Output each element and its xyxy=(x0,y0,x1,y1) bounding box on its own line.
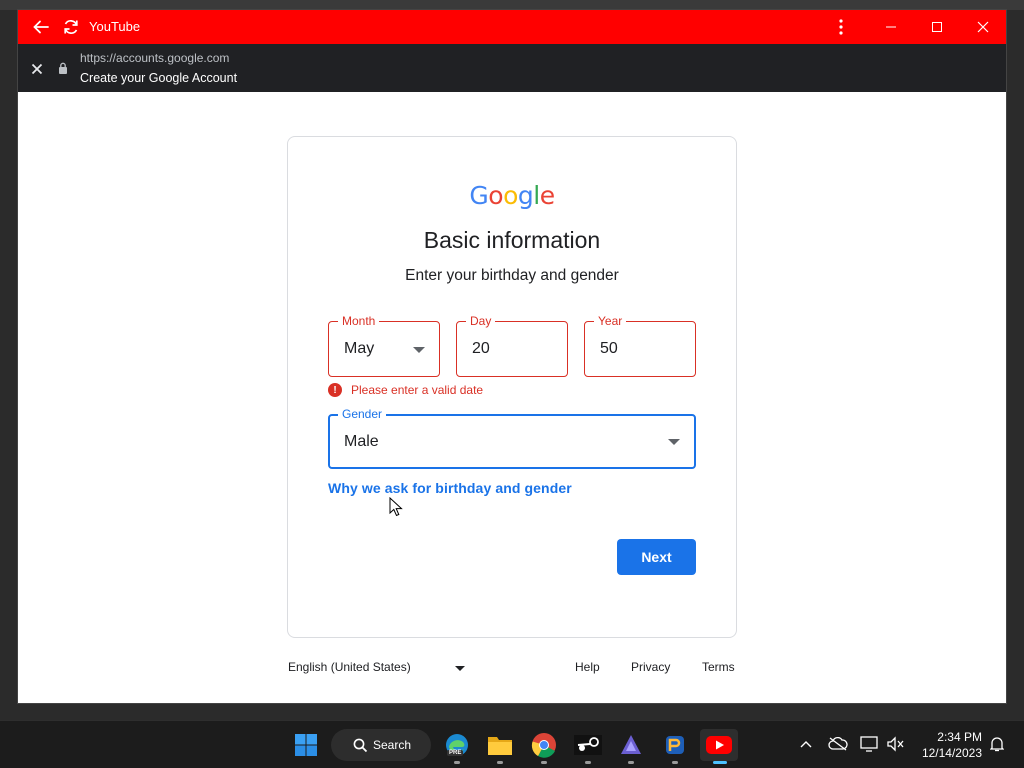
clock-date: 12/14/2023 xyxy=(921,746,982,760)
chevron-up-icon[interactable] xyxy=(795,733,817,755)
help-link[interactable]: Help xyxy=(575,660,600,674)
running-indicator xyxy=(541,761,547,764)
running-indicator xyxy=(454,761,460,764)
desktop-strip xyxy=(0,0,1024,10)
app-title: YouTube xyxy=(89,19,141,34)
notification-bell-icon[interactable] xyxy=(986,733,1008,755)
mouse-cursor-icon xyxy=(389,497,403,517)
chrome-icon[interactable] xyxy=(528,729,560,764)
more-menu-icon[interactable] xyxy=(828,10,854,44)
running-indicator xyxy=(497,761,503,764)
date-error: ! Please enter a valid date xyxy=(328,382,483,398)
back-arrow-icon[interactable] xyxy=(28,10,54,44)
signup-card: Google Basic information Enter your birt… xyxy=(287,136,737,638)
day-value: 20 xyxy=(472,340,490,357)
maximize-icon[interactable] xyxy=(922,10,952,44)
error-icon: ! xyxy=(328,383,342,397)
url-bar: https://accounts.google.com Create your … xyxy=(18,44,1006,92)
minimize-icon[interactable] xyxy=(876,10,906,44)
search-icon xyxy=(353,738,368,752)
running-indicator xyxy=(628,761,634,764)
year-value: 50 xyxy=(600,340,618,357)
error-text: Please enter a valid date xyxy=(351,383,484,397)
youtube-icon[interactable] xyxy=(700,729,738,764)
month-select[interactable]: Month May xyxy=(328,314,440,377)
app-window: YouTube https://accounts.google.com Crea… xyxy=(18,10,1006,703)
display-icon[interactable] xyxy=(858,733,880,755)
url-text: https://accounts.google.com xyxy=(80,51,230,65)
app-paint-icon[interactable] xyxy=(659,729,691,764)
running-indicator xyxy=(672,761,678,764)
language-select[interactable]: English (United States) xyxy=(288,660,468,678)
file-explorer-icon[interactable] xyxy=(484,729,516,764)
search-label: Search xyxy=(373,738,412,752)
why-birthday-link[interactable]: Why we ask for birthday and gender xyxy=(328,480,572,496)
page-heading: Basic information xyxy=(423,227,601,253)
google-logo: Google xyxy=(469,181,555,210)
privacy-link[interactable]: Privacy xyxy=(631,660,670,674)
page-subheading: Enter your birthday and gender xyxy=(405,267,619,284)
year-input[interactable]: Year 50 xyxy=(584,314,696,377)
page-content: Google Basic information Enter your birt… xyxy=(18,92,1006,703)
running-indicator xyxy=(585,761,591,764)
lock-icon xyxy=(59,62,67,74)
day-input[interactable]: Day 20 xyxy=(456,314,568,377)
edge-browser-icon[interactable]: PRE xyxy=(441,729,473,764)
title-bar: YouTube xyxy=(18,10,1006,44)
system-clock[interactable]: 2:34 PM 12/14/2023 xyxy=(910,729,982,761)
language-value: English (United States) xyxy=(288,660,411,674)
terms-link[interactable]: Terms xyxy=(702,660,735,674)
windows-start-icon[interactable] xyxy=(290,729,322,761)
steam-icon[interactable] xyxy=(572,729,604,764)
taskbar-search[interactable]: Search xyxy=(331,729,431,761)
chevron-down-icon xyxy=(455,666,465,671)
page-title: Create your Google Account xyxy=(80,71,238,85)
reload-icon[interactable] xyxy=(58,10,84,44)
clock-time: 2:34 PM xyxy=(937,730,982,744)
app-triangle-icon[interactable] xyxy=(615,729,647,764)
chevron-down-icon xyxy=(413,347,425,353)
edge-badge: PRE xyxy=(447,750,464,756)
close-window-icon[interactable] xyxy=(968,10,998,44)
chevron-down-icon xyxy=(668,439,680,445)
close-icon[interactable] xyxy=(26,58,48,80)
volume-muted-icon[interactable] xyxy=(884,733,906,755)
next-button[interactable]: Next xyxy=(617,539,696,575)
onedrive-icon[interactable] xyxy=(827,733,849,755)
gender-value: Male xyxy=(344,433,379,450)
active-indicator xyxy=(713,761,727,764)
gender-select[interactable]: Gender Male xyxy=(328,407,696,469)
taskbar: Search PRE 2:34 PM 12/14/2023 xyxy=(0,720,1024,768)
month-value: May xyxy=(344,340,375,357)
